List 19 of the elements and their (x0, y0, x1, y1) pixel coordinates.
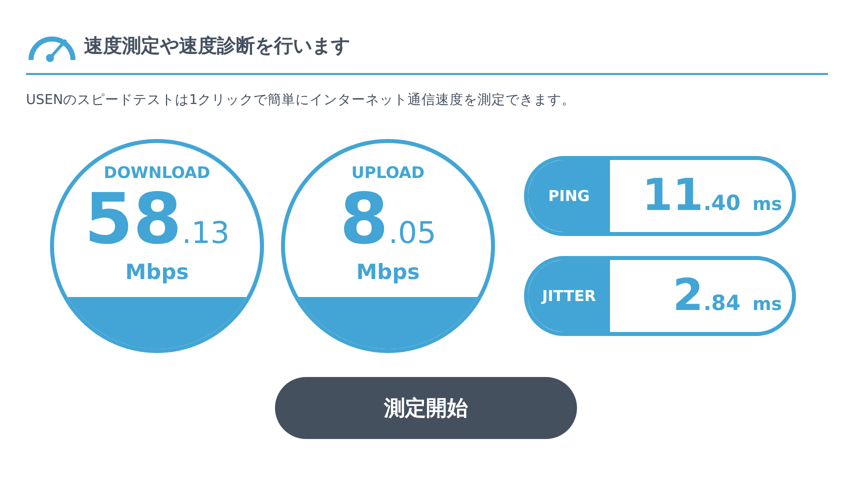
page-heading: 速度測定や速度診断を行います (84, 34, 350, 59)
unit-label: Mbps (356, 260, 420, 284)
start-button[interactable]: 測定開始 (275, 377, 577, 439)
unit-label: ms (752, 196, 782, 214)
value-decimal: .13 (182, 219, 230, 249)
value-decimal: .05 (388, 219, 436, 249)
value-integer: 8 (340, 184, 388, 254)
unit-label: Mbps (125, 260, 189, 284)
value-integer: 58 (84, 184, 182, 254)
value-integer: 2 (672, 274, 704, 318)
description-text: USENのスピードテストは1クリックで簡単にインターネット通信速度を測定できます。 (26, 91, 577, 109)
value-integer: 11 (642, 174, 704, 218)
gauge-label: DOWNLOAD (104, 163, 210, 182)
value-decimal: .40 (703, 193, 741, 214)
value-decimal: .84 (703, 293, 741, 314)
gauge-label: UPLOAD (351, 163, 425, 182)
pill-label: JITTER (528, 260, 610, 332)
unit-label: ms (752, 296, 782, 314)
pill-label: PING (528, 160, 610, 232)
